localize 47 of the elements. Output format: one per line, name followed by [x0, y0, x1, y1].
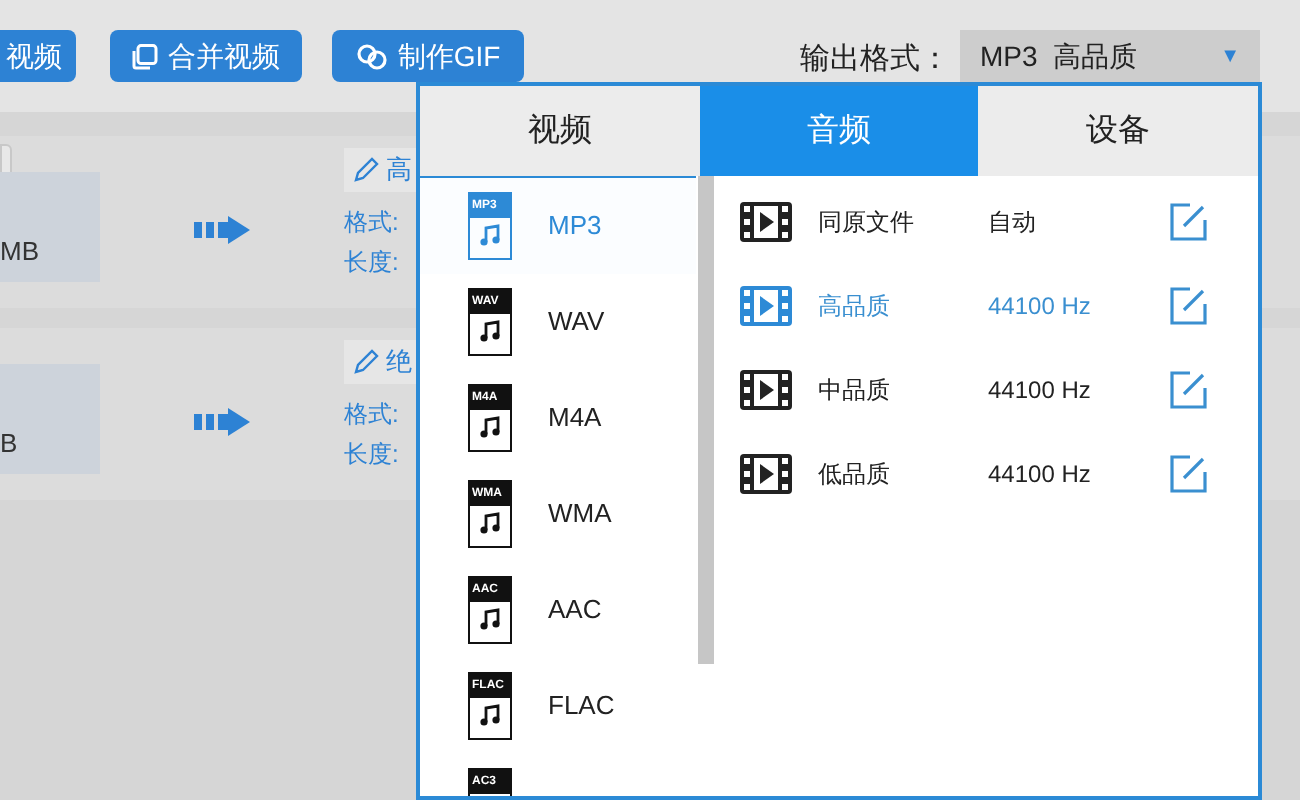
sample-rate: 44100 Hz [988, 374, 1093, 408]
pencil-icon [352, 156, 380, 184]
arrow-icon [194, 408, 250, 436]
link-icon [355, 43, 388, 69]
edit-icon[interactable] [1168, 454, 1208, 494]
format-tab[interactable]: 视频 [420, 86, 700, 176]
preset-name: 同原文件 [818, 206, 916, 240]
output-format-dropdown[interactable]: MP3 高品质 ▼ [960, 30, 1260, 82]
music-note-icon [480, 512, 500, 534]
music-note-icon [480, 608, 500, 630]
toolbar-button[interactable]: 制作GIF [332, 30, 524, 82]
dropdown-value: MP3 高品质 [980, 37, 1140, 75]
film-icon [740, 370, 792, 410]
edit-icon[interactable] [1168, 370, 1208, 410]
preset-name: 高品质 [818, 290, 892, 324]
preset-row[interactable]: 同原文件 自动 [716, 180, 1258, 264]
preset-row[interactable]: 低品质 44100 Hz [716, 432, 1258, 516]
music-note-icon [480, 320, 500, 342]
music-note-icon [480, 224, 500, 246]
film-icon [740, 454, 792, 494]
arrow-icon [194, 216, 250, 244]
scrollbar-thumb[interactable] [698, 176, 714, 664]
file-size: B [0, 364, 100, 474]
music-note-icon [480, 416, 500, 438]
format-tab[interactable]: 设备 [978, 86, 1259, 176]
toolbar-button[interactable]: 视频 [0, 30, 76, 82]
music-note-icon [480, 704, 500, 726]
file-size: MB [0, 172, 100, 282]
toolbar-button[interactable]: 合并视频 [110, 30, 302, 82]
preset-row[interactable]: 中品质 44100 Hz [716, 348, 1258, 432]
film-icon [740, 202, 792, 242]
dropdown-arrow: ▼ [1220, 43, 1240, 71]
pencil-icon [352, 348, 380, 376]
sample-rate: 44100 Hz [988, 458, 1093, 492]
preset-name: 中品质 [818, 374, 892, 408]
copy-icon [132, 43, 158, 69]
film-icon [740, 286, 792, 326]
format-label: 格式: [344, 398, 399, 432]
length-label: 长度: [344, 246, 399, 280]
format-label: 格式: [344, 206, 399, 240]
edit-icon[interactable] [1168, 202, 1208, 242]
edit-icon[interactable] [1168, 286, 1208, 326]
output-format-label: 输出格式： [800, 40, 950, 80]
length-label: 长度: [344, 438, 399, 472]
sample-rate: 自动 [988, 206, 1038, 240]
preset-name: 低品质 [818, 458, 892, 492]
sample-rate: 44100 Hz [988, 290, 1093, 324]
